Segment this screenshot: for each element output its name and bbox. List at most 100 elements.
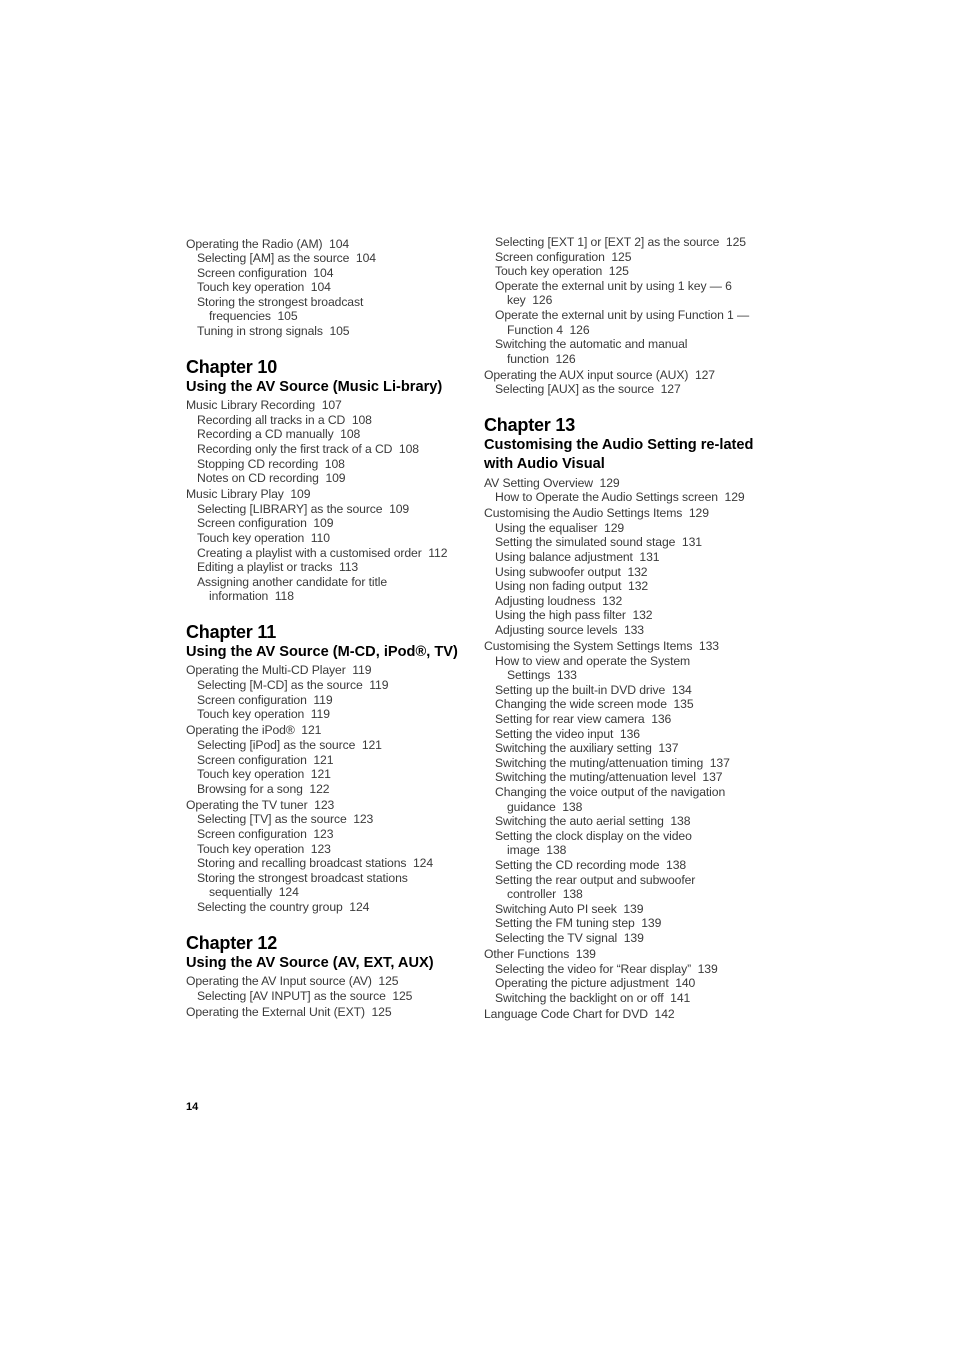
toc-subsection-entry[interactable]: Switching the automatic and manual functi… xyxy=(484,337,769,366)
chapter-title[interactable]: Using the AV Source (M-CD, iPod®, TV) xyxy=(186,643,471,662)
toc-section-entry[interactable]: Operating the Radio (AM) 104 xyxy=(186,237,471,252)
toc-subsection-entry[interactable]: How to Operate the Audio Settings screen… xyxy=(484,490,769,505)
toc-section-entry[interactable]: AV Setting Overview 129 xyxy=(484,476,769,491)
toc-section-entry[interactable]: Other Functions 139 xyxy=(484,947,769,962)
toc-subsection-entry[interactable]: Recording all tracks in a CD 108 xyxy=(186,413,471,428)
toc-subsection-entry[interactable]: Stopping CD recording 108 xyxy=(186,457,471,472)
entry-title: How to view and operate the System xyxy=(495,653,691,668)
toc-subsection-entry[interactable]: Selecting the country group 124 xyxy=(186,900,471,915)
toc-subsection-entry[interactable]: Switching the auto aerial setting 138 xyxy=(484,814,769,829)
toc-subsection-entry[interactable]: Touch key operation 104 xyxy=(186,280,471,295)
toc-subsection-entry[interactable]: Selecting [AV INPUT] as the source 125 xyxy=(186,989,471,1004)
toc-subsection-entry[interactable]: Notes on CD recording 109 xyxy=(186,471,471,486)
entry-title: Switching the auxiliary setting xyxy=(495,741,652,756)
toc-subsection-entry[interactable]: Selecting [AM] as the source 104 xyxy=(186,251,471,266)
toc-section-entry[interactable]: Operating the iPod® 121 xyxy=(186,723,471,738)
toc-subsection-entry[interactable]: Selecting [iPod] as the source 121 xyxy=(186,738,471,753)
toc-subsection-entry[interactable]: Using balance adjustment 131 xyxy=(484,550,769,565)
toc-subsection-entry[interactable]: Adjusting loudness 132 xyxy=(484,594,769,609)
toc-subsection-entry[interactable]: Assigning another candidate for title inf… xyxy=(186,575,471,604)
entry-title-continued: Function 4 126 xyxy=(495,323,769,338)
toc-section-entry[interactable]: Operating the AUX input source (AUX) 127 xyxy=(484,368,769,383)
toc-section-entry[interactable]: Music Library Play 109 xyxy=(186,487,471,502)
toc-subsection-entry[interactable]: Operate the external unit by using 1 key… xyxy=(484,279,769,308)
toc-subsection-entry[interactable]: Switching the auxiliary setting 137 xyxy=(484,741,769,756)
toc-subsection-entry[interactable]: Recording a CD manually 108 xyxy=(186,427,471,442)
entry-page-number: 119 xyxy=(369,678,389,693)
toc-subsection-entry[interactable]: Creating a playlist with a customised or… xyxy=(186,546,471,561)
toc-subsection-entry[interactable]: Using the equaliser 129 xyxy=(484,521,769,536)
entry-title: Switching the automatic and manual xyxy=(495,337,688,352)
entry-page-number: 129 xyxy=(599,475,620,490)
toc-subsection-entry[interactable]: Storing the strongest broadcast frequenci… xyxy=(186,295,471,324)
toc-subsection-entry[interactable]: Storing the strongest broadcast stations… xyxy=(186,871,471,900)
chapter-title[interactable]: Using the AV Source (Music Li-brary) xyxy=(186,378,471,397)
toc-subsection-entry[interactable]: Touch key operation 119 xyxy=(186,707,471,722)
toc-subsection-entry[interactable]: Touch key operation 125 xyxy=(484,264,769,279)
toc-subsection-entry[interactable]: Operate the external unit by using Funct… xyxy=(484,308,769,337)
toc-section-entry[interactable]: Operating the TV tuner 123 xyxy=(186,798,471,813)
toc-subsection-entry[interactable]: Editing a playlist or tracks 113 xyxy=(186,560,471,575)
toc-subsection-entry[interactable]: Screen configuration 104 xyxy=(186,266,471,281)
entry-title: Screen configuration xyxy=(197,827,307,841)
entry-page-number: 139 xyxy=(623,930,644,945)
chapter-title[interactable]: Using the AV Source (AV, EXT, AUX) xyxy=(186,954,471,973)
toc-subsection-entry[interactable]: Setting the video input 136 xyxy=(484,727,769,742)
entry-page-number: 119 xyxy=(313,692,333,707)
toc-subsection-entry[interactable]: Selecting [M-CD] as the source 119 xyxy=(186,678,471,693)
toc-subsection-entry[interactable]: Changing the wide screen mode 135 xyxy=(484,697,769,712)
toc-subsection-entry[interactable]: Setting the rear output and subwoofer con… xyxy=(484,873,769,902)
toc-subsection-entry[interactable]: Using the high pass filter 132 xyxy=(484,608,769,623)
toc-subsection-entry[interactable]: Screen configuration 119 xyxy=(186,693,471,708)
entry-title: Touch key operation xyxy=(197,841,305,856)
toc-subsection-entry[interactable]: Selecting [EXT 1] or [EXT 2] as the sour… xyxy=(484,235,769,250)
toc-section-entry[interactable]: Operating the Multi-CD Player 119 xyxy=(186,663,471,678)
toc-subsection-entry[interactable]: Using non fading output 132 xyxy=(484,579,769,594)
toc-subsection-entry[interactable]: Selecting the video for “Rear display” 1… xyxy=(484,962,769,977)
toc-subsection-entry[interactable]: How to view and operate the System Settin… xyxy=(484,654,769,683)
toc-section-entry[interactable]: Operating the AV Input source (AV) 125 xyxy=(186,974,471,989)
toc-subsection-entry[interactable]: Selecting [LIBRARY] as the source 109 xyxy=(186,502,471,517)
toc-subsection-entry[interactable]: Operating the picture adjustment 140 xyxy=(484,976,769,991)
toc-subsection-entry[interactable]: Setting the CD recording mode 138 xyxy=(484,858,769,873)
toc-subsection-entry[interactable]: Setting the FM tuning step 139 xyxy=(484,916,769,931)
chapter-block: Chapter 10 Using the AV Source (Music Li-… xyxy=(186,356,471,604)
toc-subsection-entry[interactable]: Selecting [TV] as the source 123 xyxy=(186,812,471,827)
toc-subsection-entry[interactable]: Changing the voice output of the navigat… xyxy=(484,785,769,814)
toc-subsection-entry[interactable]: Using subwoofer output 132 xyxy=(484,565,769,580)
toc-section-entry[interactable]: Music Library Recording 107 xyxy=(186,398,471,413)
toc-subsection-entry[interactable]: Browsing for a song 122 xyxy=(186,782,471,797)
toc-subsection-entry[interactable]: Storing and recalling broadcast stations… xyxy=(186,856,471,871)
toc-subsection-entry[interactable]: Screen configuration 109 xyxy=(186,516,471,531)
toc-subsection-entry[interactable]: Touch key operation 110 xyxy=(186,531,471,546)
toc-subsection-entry[interactable]: Switching the backlight on or off 141 xyxy=(484,991,769,1006)
chapter-title[interactable]: Customising the Audio Setting re-lated w… xyxy=(484,436,769,474)
entry-title: Switching the muting/attenuation timing xyxy=(495,755,704,770)
toc-section-entry[interactable]: Customising the System Settings Items 13… xyxy=(484,639,769,654)
toc-subsection-entry[interactable]: Setting the clock display on the video im… xyxy=(484,829,769,858)
toc-subsection-entry[interactable]: Switching the muting/attenuation timing … xyxy=(484,756,769,771)
toc-subsection-entry[interactable]: Setting for rear view camera 136 xyxy=(484,712,769,727)
toc-subsection-entry[interactable]: Screen configuration 123 xyxy=(186,827,471,842)
toc-subsection-entry[interactable]: Tuning in strong signals 105 xyxy=(186,324,471,339)
toc-subsection-entry[interactable]: Selecting the TV signal 139 xyxy=(484,931,769,946)
entry-page-number: 132 xyxy=(632,608,653,623)
toc-subsection-entry[interactable]: Selecting [AUX] as the source 127 xyxy=(484,382,769,397)
toc-subsection-entry[interactable]: Adjusting source levels 133 xyxy=(484,623,769,638)
toc-section-entry[interactable]: Customising the Audio Settings Items 129 xyxy=(484,506,769,521)
toc-subsection-entry[interactable]: Screen configuration 125 xyxy=(484,250,769,265)
toc-subsection-entry[interactable]: Touch key operation 123 xyxy=(186,842,471,857)
toc-subsection-entry[interactable]: Setting up the built-in DVD drive 134 xyxy=(484,683,769,698)
toc-subsection-entry[interactable]: Recording only the first track of a CD 1… xyxy=(186,442,471,457)
entry-title: Recording a CD manually xyxy=(197,427,334,442)
toc-subsection-entry[interactable]: Switching Auto PI seek 139 xyxy=(484,902,769,917)
entry-page-number: 123 xyxy=(314,797,335,812)
toc-subsection-entry[interactable]: Touch key operation 121 xyxy=(186,767,471,782)
toc-subsection-entry[interactable]: Switching the muting/attenuation level 1… xyxy=(484,770,769,785)
toc-section-entry[interactable]: Operating the External Unit (EXT) 125 xyxy=(186,1005,471,1020)
toc-section-entry[interactable]: Language Code Chart for DVD 142 xyxy=(484,1007,769,1022)
toc-subsection-entry[interactable]: Screen configuration 121 xyxy=(186,753,471,768)
toc-subsection-entry[interactable]: Setting the simulated sound stage 131 xyxy=(484,535,769,550)
entry-title: Switching the auto aerial setting xyxy=(495,814,664,829)
entry-title: Operating the AUX input source (AUX) xyxy=(484,367,689,382)
